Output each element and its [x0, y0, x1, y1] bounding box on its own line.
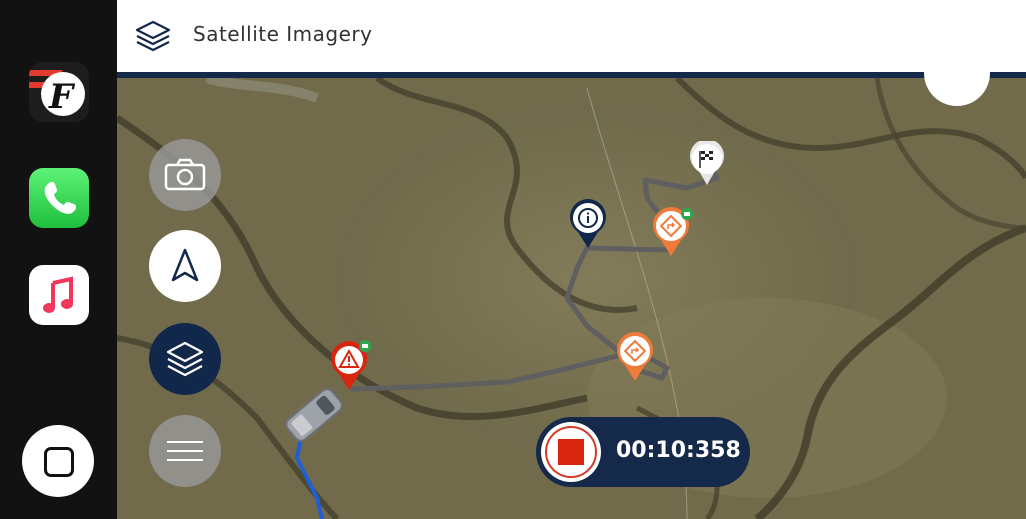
photo-badge-icon: [359, 340, 371, 352]
music-app-icon[interactable]: [29, 265, 89, 325]
layers-icon[interactable]: [133, 16, 173, 56]
home-square-icon: [44, 447, 74, 477]
finish-flag-pin-icon[interactable]: [687, 141, 727, 187]
photo-badge-icon: [681, 208, 693, 220]
carplay-dock: F: [0, 0, 117, 519]
waypoint-pin-icon[interactable]: [615, 331, 655, 383]
phone-app-icon[interactable]: [29, 168, 89, 228]
svg-text:F: F: [48, 77, 76, 117]
info-pin-icon[interactable]: [568, 198, 608, 250]
ford-app-icon[interactable]: F: [29, 62, 89, 122]
recording-timer: 00:10:358: [616, 438, 741, 463]
recording-control: 00:10:358: [536, 417, 750, 487]
menu-button[interactable]: [149, 415, 221, 487]
page-title: Satellite Imagery: [193, 22, 373, 46]
layers-icon: [166, 341, 204, 377]
camera-button[interactable]: [149, 139, 221, 211]
layers-button[interactable]: [149, 323, 221, 395]
navigate-button[interactable]: [149, 230, 221, 302]
camera-icon: [164, 158, 206, 191]
map-header: Satellite Imagery: [117, 0, 1026, 78]
stop-recording-button[interactable]: [541, 422, 601, 482]
map-action-button[interactable]: [924, 40, 990, 106]
menu-icon: [167, 441, 203, 461]
stop-icon: [558, 439, 584, 465]
navigation-arrow-icon: [171, 248, 199, 282]
home-button[interactable]: [22, 425, 94, 497]
